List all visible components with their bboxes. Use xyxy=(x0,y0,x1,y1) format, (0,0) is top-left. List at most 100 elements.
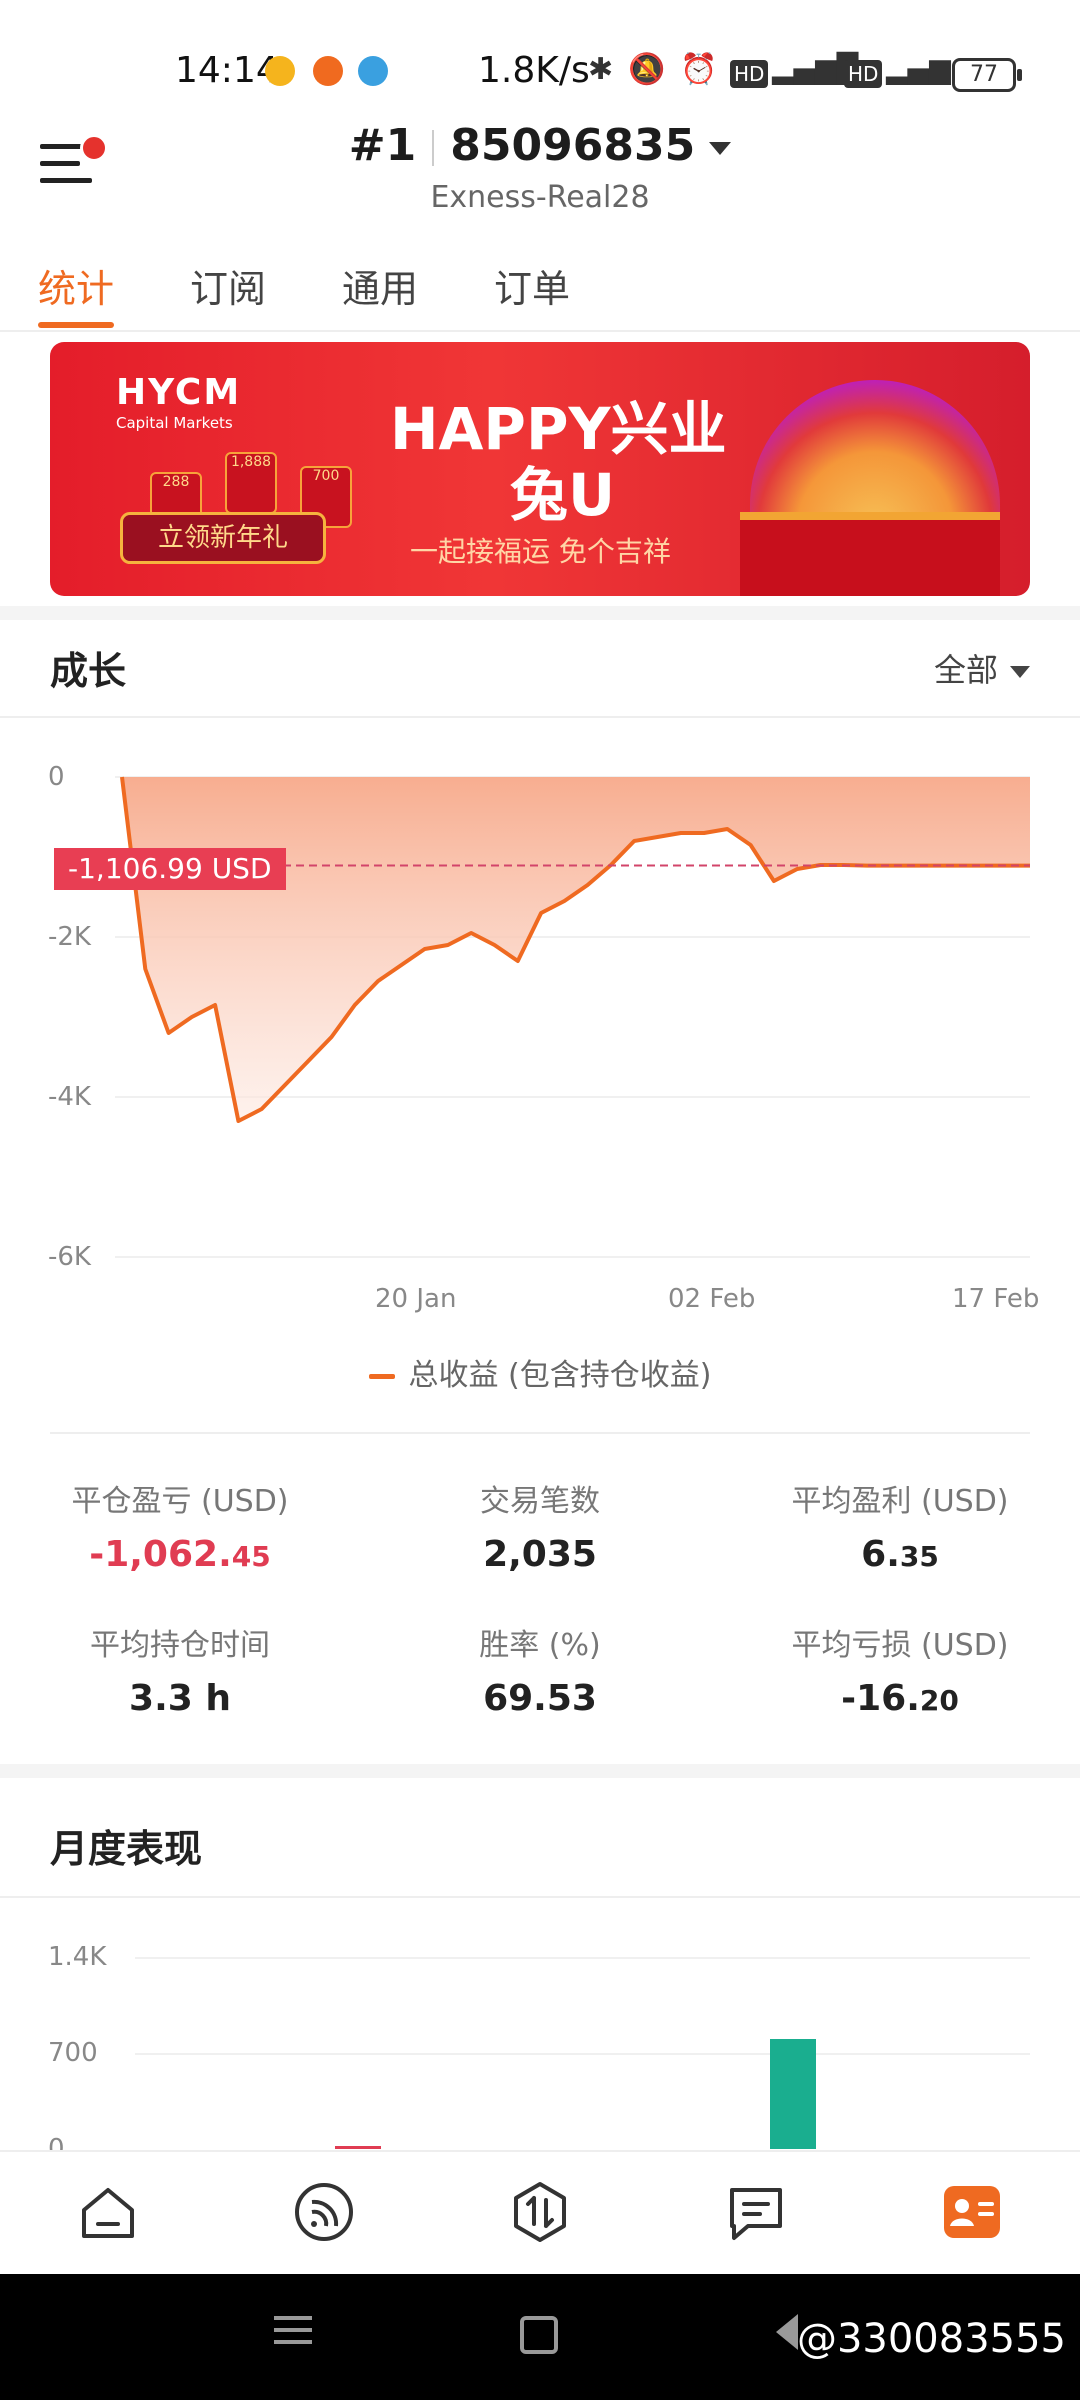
x-tick-label: 20 Jan xyxy=(375,1284,457,1314)
stat-trade-count: 交易笔数 2,035 xyxy=(360,1476,720,1575)
nav-profile[interactable] xyxy=(940,2180,1004,2244)
banner-logo: HYCM xyxy=(116,372,242,413)
tab-orders[interactable]: 订单 xyxy=(494,258,570,313)
home-button[interactable] xyxy=(520,2316,558,2354)
stat-value: 6.35 xyxy=(720,1534,1080,1575)
stat-label: 胜率 (%) xyxy=(479,1628,601,1663)
message-icon xyxy=(730,2188,782,2240)
legend-swatch xyxy=(368,1374,395,1379)
stat-value: -1,062.45 xyxy=(0,1534,360,1575)
stat-value-main: -1,062. xyxy=(89,1534,232,1575)
growth-title: 成长 xyxy=(50,649,127,693)
hd-icon: HD xyxy=(730,60,769,88)
stat-value-main: 69.53 xyxy=(483,1678,597,1719)
stat-avg-loss: 平均亏损 (USD) -16.20 xyxy=(720,1620,1080,1719)
nav-signals[interactable] xyxy=(292,2180,356,2244)
grid-line xyxy=(135,2053,1030,2055)
growth-chart[interactable] xyxy=(0,740,1080,1300)
stat-label: 平均持仓时间 xyxy=(90,1628,270,1663)
tab-bar: 统计 订阅 通用 订单 xyxy=(0,248,1080,332)
legend-label: 总收益 (包含持仓收益) xyxy=(408,1358,712,1393)
section-gap xyxy=(0,606,1080,620)
stat-avg-hold-time: 平均持仓时间 3.3 h xyxy=(0,1620,360,1719)
signal-feed-icon xyxy=(295,2183,353,2241)
y-tick-label: 700 xyxy=(48,2038,98,2068)
range-selector[interactable]: 全部 xyxy=(934,645,1030,691)
current-value-tag: -1,106.99 USD xyxy=(54,848,286,890)
stat-closed-pnl: 平仓盈亏 (USD) -1,062.45 xyxy=(0,1476,360,1575)
monthly-title: 月度表现 xyxy=(50,1827,203,1871)
banner-logo-sub: Capital Markets xyxy=(116,414,233,432)
chevron-down-icon xyxy=(709,141,732,155)
stat-value: 3.3 h xyxy=(0,1678,360,1719)
stat-value-main: 6. xyxy=(861,1534,900,1575)
nav-messages[interactable] xyxy=(724,2180,788,2244)
nav-home[interactable] xyxy=(76,2180,140,2244)
rabbit-arch-illustration xyxy=(750,380,1000,530)
divider xyxy=(50,1432,1030,1434)
weibo-icon xyxy=(265,56,295,86)
battery-icon: 77 xyxy=(952,58,1022,92)
app-icon xyxy=(313,56,343,86)
red-envelopes: 288 1,888 700 xyxy=(150,452,360,534)
stat-value-main: 2,035 xyxy=(483,1534,597,1575)
chart-legend: 总收益 (包含持仓收益) xyxy=(0,1350,1080,1394)
section-gap xyxy=(0,1764,1080,1778)
watermark-text: @330083555 xyxy=(796,2316,1066,2362)
nav-trade[interactable] xyxy=(508,2180,572,2244)
alarm-icon: ⏰ xyxy=(680,52,718,87)
gift-pedestal-illustration xyxy=(740,512,1000,596)
divider xyxy=(0,716,1080,718)
stat-label: 平均盈利 (USD) xyxy=(791,1484,1009,1519)
recent-apps-button[interactable] xyxy=(274,2316,312,2344)
banner-headline-2: 兔U xyxy=(510,461,616,529)
banner-tagline: 一起接福运 免个吉祥 xyxy=(410,535,671,568)
stat-value: 69.53 xyxy=(360,1678,720,1719)
separator xyxy=(432,130,435,166)
stat-value: -16.20 xyxy=(720,1678,1080,1719)
account-selector[interactable]: #1 85096835 xyxy=(0,120,1080,171)
series-area xyxy=(122,777,1030,1121)
status-time: 14:14 xyxy=(175,50,279,91)
network-speed: 1.8K/s xyxy=(478,50,590,91)
tab-statistics[interactable]: 统计 xyxy=(38,258,115,328)
x-tick-label: 17 Feb xyxy=(952,1284,1040,1314)
account-number: 85096835 xyxy=(450,120,696,171)
stat-value-decimal: 45 xyxy=(231,1540,271,1573)
stat-value-main: 3.3 h xyxy=(129,1678,231,1719)
stat-win-rate: 胜率 (%) 69.53 xyxy=(360,1620,720,1719)
account-rank: #1 xyxy=(348,120,417,171)
stat-label: 平仓盈亏 (USD) xyxy=(71,1484,289,1519)
profile-card-icon xyxy=(944,2186,1000,2238)
monthly-bar xyxy=(335,2146,381,2149)
app-icon xyxy=(358,56,388,86)
divider xyxy=(0,1896,1080,1898)
bluetooth-icon: ✱ xyxy=(588,52,614,87)
stat-value: 2,035 xyxy=(360,1534,720,1575)
promo-banner[interactable]: HYCM Capital Markets 288 1,888 700 立领新年礼… xyxy=(50,342,1030,596)
banner-cta-button[interactable]: 立领新年礼 xyxy=(120,512,326,564)
tab-general[interactable]: 通用 xyxy=(342,258,418,313)
signal-icon: ▂▄▆ xyxy=(886,52,951,85)
stat-label: 交易笔数 xyxy=(480,1484,600,1519)
back-button[interactable] xyxy=(776,2314,798,2350)
trade-icon xyxy=(514,2182,566,2242)
grid-line xyxy=(135,1957,1030,1959)
mute-icon: 🔕 xyxy=(628,52,666,87)
x-tick-label: 02 Feb xyxy=(668,1284,756,1314)
server-name: Exness-Real28 xyxy=(430,180,650,215)
home-icon xyxy=(82,2188,134,2238)
stat-value-decimal: 20 xyxy=(919,1684,959,1717)
stat-label: 平均亏损 (USD) xyxy=(791,1628,1009,1663)
red-envelope: 1,888 xyxy=(225,452,277,514)
y-tick-label: 1.4K xyxy=(48,1942,107,1972)
bottom-nav xyxy=(0,2150,1080,2276)
stat-value-main: -16. xyxy=(841,1678,920,1719)
hd-icon: HD xyxy=(844,60,883,88)
monthly-bar xyxy=(770,2039,816,2149)
stat-avg-profit: 平均盈利 (USD) 6.35 xyxy=(720,1476,1080,1575)
tab-subscribe[interactable]: 订阅 xyxy=(190,258,266,313)
status-bar: 14:14 1.8K/s ✱ 🔕 ⏰ HD ▂▄▆█ HD ▂▄▆ 77 xyxy=(0,0,1080,120)
range-label: 全部 xyxy=(933,651,998,689)
stat-value-decimal: 35 xyxy=(899,1540,939,1573)
